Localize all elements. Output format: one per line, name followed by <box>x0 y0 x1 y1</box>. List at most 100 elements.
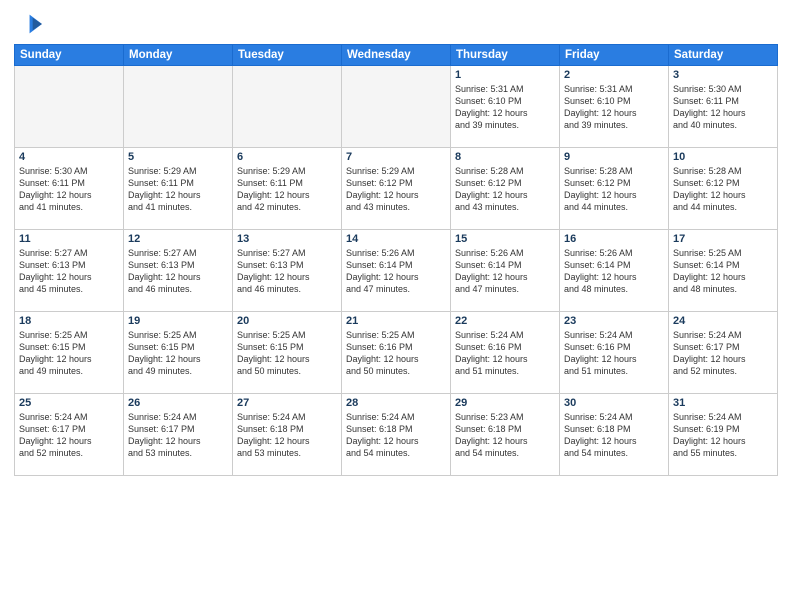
weekday-header-sunday: Sunday <box>15 45 124 66</box>
calendar-cell: 13 Sunrise: 5:27 AMSunset: 6:13 PMDayligh… <box>233 230 342 312</box>
day-number: 26 <box>128 397 228 409</box>
calendar-cell: 23Sunrise: 5:24 AMSunset: 6:16 PMDayligh… <box>560 312 669 394</box>
calendar-cell: 18 Sunrise: 5:25 AMSunset: 6:15 PMDayligh… <box>15 312 124 394</box>
calendar-week-row: 18 Sunrise: 5:25 AMSunset: 6:15 PMDayligh… <box>15 312 778 394</box>
day-number: 19 <box>128 315 228 327</box>
calendar-cell: 4 Sunrise: 5:30 AMSunset: 6:11 PMDaylight… <box>15 148 124 230</box>
weekday-header-saturday: Saturday <box>669 45 778 66</box>
calendar-cell: 15 Sunrise: 5:26 AMSunset: 6:14 PMDayligh… <box>451 230 560 312</box>
calendar-cell: 27 Sunrise: 5:24 AMSunset: 6:18 PMDayligh… <box>233 394 342 476</box>
cell-content: Sunrise: 5:30 AMSunset: 6:11 PMDaylight:… <box>19 165 119 214</box>
calendar-cell: 30Sunrise: 5:24 AMSunset: 6:18 PMDayligh… <box>560 394 669 476</box>
cell-content: Sunrise: 5:28 AMSunset: 6:12 PMDaylight:… <box>564 165 664 214</box>
cell-content: Sunrise: 5:24 AMSunset: 6:16 PMDaylight:… <box>455 329 555 378</box>
day-number: 10 <box>673 151 773 163</box>
calendar-cell: 29 Sunrise: 5:23 AMSunset: 6:18 PMDayligh… <box>451 394 560 476</box>
day-number: 11 <box>19 233 119 245</box>
calendar-cell <box>15 66 124 148</box>
calendar-cell <box>124 66 233 148</box>
cell-content: Sunrise: 5:31 AMSunset: 6:10 PMDaylight:… <box>455 83 555 132</box>
calendar-cell: 22Sunrise: 5:24 AMSunset: 6:16 PMDayligh… <box>451 312 560 394</box>
weekday-header-tuesday: Tuesday <box>233 45 342 66</box>
cell-content: Sunrise: 5:24 AMSunset: 6:18 PMDaylight:… <box>564 411 664 460</box>
day-number: 23 <box>564 315 664 327</box>
day-number: 25 <box>19 397 119 409</box>
day-number: 21 <box>346 315 446 327</box>
day-number: 4 <box>19 151 119 163</box>
calendar-cell: 11 Sunrise: 5:27 AMSunset: 6:13 PMDayligh… <box>15 230 124 312</box>
calendar-cell: 1Sunrise: 5:31 AMSunset: 6:10 PMDaylight… <box>451 66 560 148</box>
calendar-cell: 10 Sunrise: 5:28 AMSunset: 6:12 PMDayligh… <box>669 148 778 230</box>
cell-content: Sunrise: 5:31 AMSunset: 6:10 PMDaylight:… <box>564 83 664 132</box>
calendar-cell: 31Sunrise: 5:24 AMSunset: 6:19 PMDayligh… <box>669 394 778 476</box>
calendar-cell: 28Sunrise: 5:24 AMSunset: 6:18 PMDayligh… <box>342 394 451 476</box>
calendar-cell: 7 Sunrise: 5:29 AMSunset: 6:12 PMDaylight… <box>342 148 451 230</box>
day-number: 13 <box>237 233 337 245</box>
day-number: 9 <box>564 151 664 163</box>
cell-content: Sunrise: 5:27 AMSunset: 6:13 PMDaylight:… <box>19 247 119 296</box>
calendar-cell: 20 Sunrise: 5:25 AMSunset: 6:15 PMDayligh… <box>233 312 342 394</box>
cell-content: Sunrise: 5:27 AMSunset: 6:13 PMDaylight:… <box>237 247 337 296</box>
calendar-cell: 24Sunrise: 5:24 AMSunset: 6:17 PMDayligh… <box>669 312 778 394</box>
calendar-cell: 26 Sunrise: 5:24 AMSunset: 6:17 PMDayligh… <box>124 394 233 476</box>
day-number: 16 <box>564 233 664 245</box>
cell-content: Sunrise: 5:25 AMSunset: 6:16 PMDaylight:… <box>346 329 446 378</box>
calendar-week-row: 25 Sunrise: 5:24 AMSunset: 6:17 PMDayligh… <box>15 394 778 476</box>
cell-content: Sunrise: 5:26 AMSunset: 6:14 PMDaylight:… <box>455 247 555 296</box>
cell-content: Sunrise: 5:29 AMSunset: 6:11 PMDaylight:… <box>237 165 337 214</box>
cell-content: Sunrise: 5:23 AMSunset: 6:18 PMDaylight:… <box>455 411 555 460</box>
day-number: 18 <box>19 315 119 327</box>
day-number: 7 <box>346 151 446 163</box>
cell-content: Sunrise: 5:25 AMSunset: 6:15 PMDaylight:… <box>19 329 119 378</box>
calendar-cell <box>233 66 342 148</box>
calendar-cell <box>342 66 451 148</box>
cell-content: Sunrise: 5:25 AMSunset: 6:15 PMDaylight:… <box>128 329 228 378</box>
header <box>14 10 778 38</box>
weekday-header-monday: Monday <box>124 45 233 66</box>
cell-content: Sunrise: 5:25 AMSunset: 6:14 PMDaylight:… <box>673 247 773 296</box>
logo-icon <box>14 10 42 38</box>
cell-content: Sunrise: 5:26 AMSunset: 6:14 PMDaylight:… <box>564 247 664 296</box>
day-number: 17 <box>673 233 773 245</box>
calendar-cell: 12Sunrise: 5:27 AMSunset: 6:13 PMDayligh… <box>124 230 233 312</box>
calendar-cell: 6 Sunrise: 5:29 AMSunset: 6:11 PMDaylight… <box>233 148 342 230</box>
cell-content: Sunrise: 5:24 AMSunset: 6:17 PMDaylight:… <box>19 411 119 460</box>
cell-content: Sunrise: 5:30 AMSunset: 6:11 PMDaylight:… <box>673 83 773 132</box>
calendar-table: SundayMondayTuesdayWednesdayThursdayFrid… <box>14 44 778 476</box>
weekday-header-row: SundayMondayTuesdayWednesdayThursdayFrid… <box>15 45 778 66</box>
cell-content: Sunrise: 5:29 AMSunset: 6:11 PMDaylight:… <box>128 165 228 214</box>
weekday-header-thursday: Thursday <box>451 45 560 66</box>
cell-content: Sunrise: 5:24 AMSunset: 6:17 PMDaylight:… <box>128 411 228 460</box>
day-number: 27 <box>237 397 337 409</box>
cell-content: Sunrise: 5:24 AMSunset: 6:18 PMDaylight:… <box>237 411 337 460</box>
day-number: 20 <box>237 315 337 327</box>
calendar-cell: 16 Sunrise: 5:26 AMSunset: 6:14 PMDayligh… <box>560 230 669 312</box>
weekday-header-friday: Friday <box>560 45 669 66</box>
day-number: 3 <box>673 69 773 81</box>
cell-content: Sunrise: 5:24 AMSunset: 6:18 PMDaylight:… <box>346 411 446 460</box>
day-number: 29 <box>455 397 555 409</box>
cell-content: Sunrise: 5:26 AMSunset: 6:14 PMDaylight:… <box>346 247 446 296</box>
day-number: 15 <box>455 233 555 245</box>
calendar-cell: 21 Sunrise: 5:25 AMSunset: 6:16 PMDayligh… <box>342 312 451 394</box>
day-number: 12 <box>128 233 228 245</box>
calendar-cell: 8Sunrise: 5:28 AMSunset: 6:12 PMDaylight… <box>451 148 560 230</box>
day-number: 8 <box>455 151 555 163</box>
day-number: 6 <box>237 151 337 163</box>
page: SundayMondayTuesdayWednesdayThursdayFrid… <box>0 0 792 612</box>
calendar-cell: 19 Sunrise: 5:25 AMSunset: 6:15 PMDayligh… <box>124 312 233 394</box>
calendar-cell: 17 Sunrise: 5:25 AMSunset: 6:14 PMDayligh… <box>669 230 778 312</box>
calendar-cell: 5Sunrise: 5:29 AMSunset: 6:11 PMDaylight… <box>124 148 233 230</box>
logo <box>14 10 46 38</box>
day-number: 24 <box>673 315 773 327</box>
calendar-cell: 9 Sunrise: 5:28 AMSunset: 6:12 PMDaylight… <box>560 148 669 230</box>
day-number: 31 <box>673 397 773 409</box>
cell-content: Sunrise: 5:29 AMSunset: 6:12 PMDaylight:… <box>346 165 446 214</box>
cell-content: Sunrise: 5:28 AMSunset: 6:12 PMDaylight:… <box>673 165 773 214</box>
calendar-week-row: 4 Sunrise: 5:30 AMSunset: 6:11 PMDaylight… <box>15 148 778 230</box>
calendar-cell: 25 Sunrise: 5:24 AMSunset: 6:17 PMDayligh… <box>15 394 124 476</box>
calendar-cell: 3 Sunrise: 5:30 AMSunset: 6:11 PMDaylight… <box>669 66 778 148</box>
weekday-header-wednesday: Wednesday <box>342 45 451 66</box>
cell-content: Sunrise: 5:25 AMSunset: 6:15 PMDaylight:… <box>237 329 337 378</box>
calendar-cell: 2Sunrise: 5:31 AMSunset: 6:10 PMDaylight… <box>560 66 669 148</box>
